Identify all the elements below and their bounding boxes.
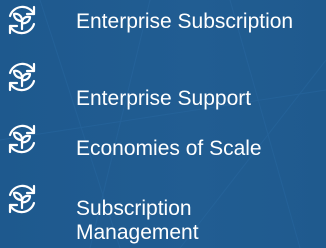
sprout-refresh-icon <box>3 1 41 39</box>
list-item-label: Economies of Scale <box>76 137 262 160</box>
list-item-label: Enterprise Subscription <box>76 10 294 33</box>
sprout-refresh-icon <box>3 180 41 218</box>
sprout-refresh-icon <box>3 58 41 96</box>
list-item-label: Subscription Management <box>76 197 199 244</box>
list-item-label: Enterprise Support <box>76 87 252 110</box>
feature-list-panel: Enterprise Subscription Enterprise Suppo… <box>0 0 326 248</box>
sprout-refresh-icon <box>3 120 41 158</box>
